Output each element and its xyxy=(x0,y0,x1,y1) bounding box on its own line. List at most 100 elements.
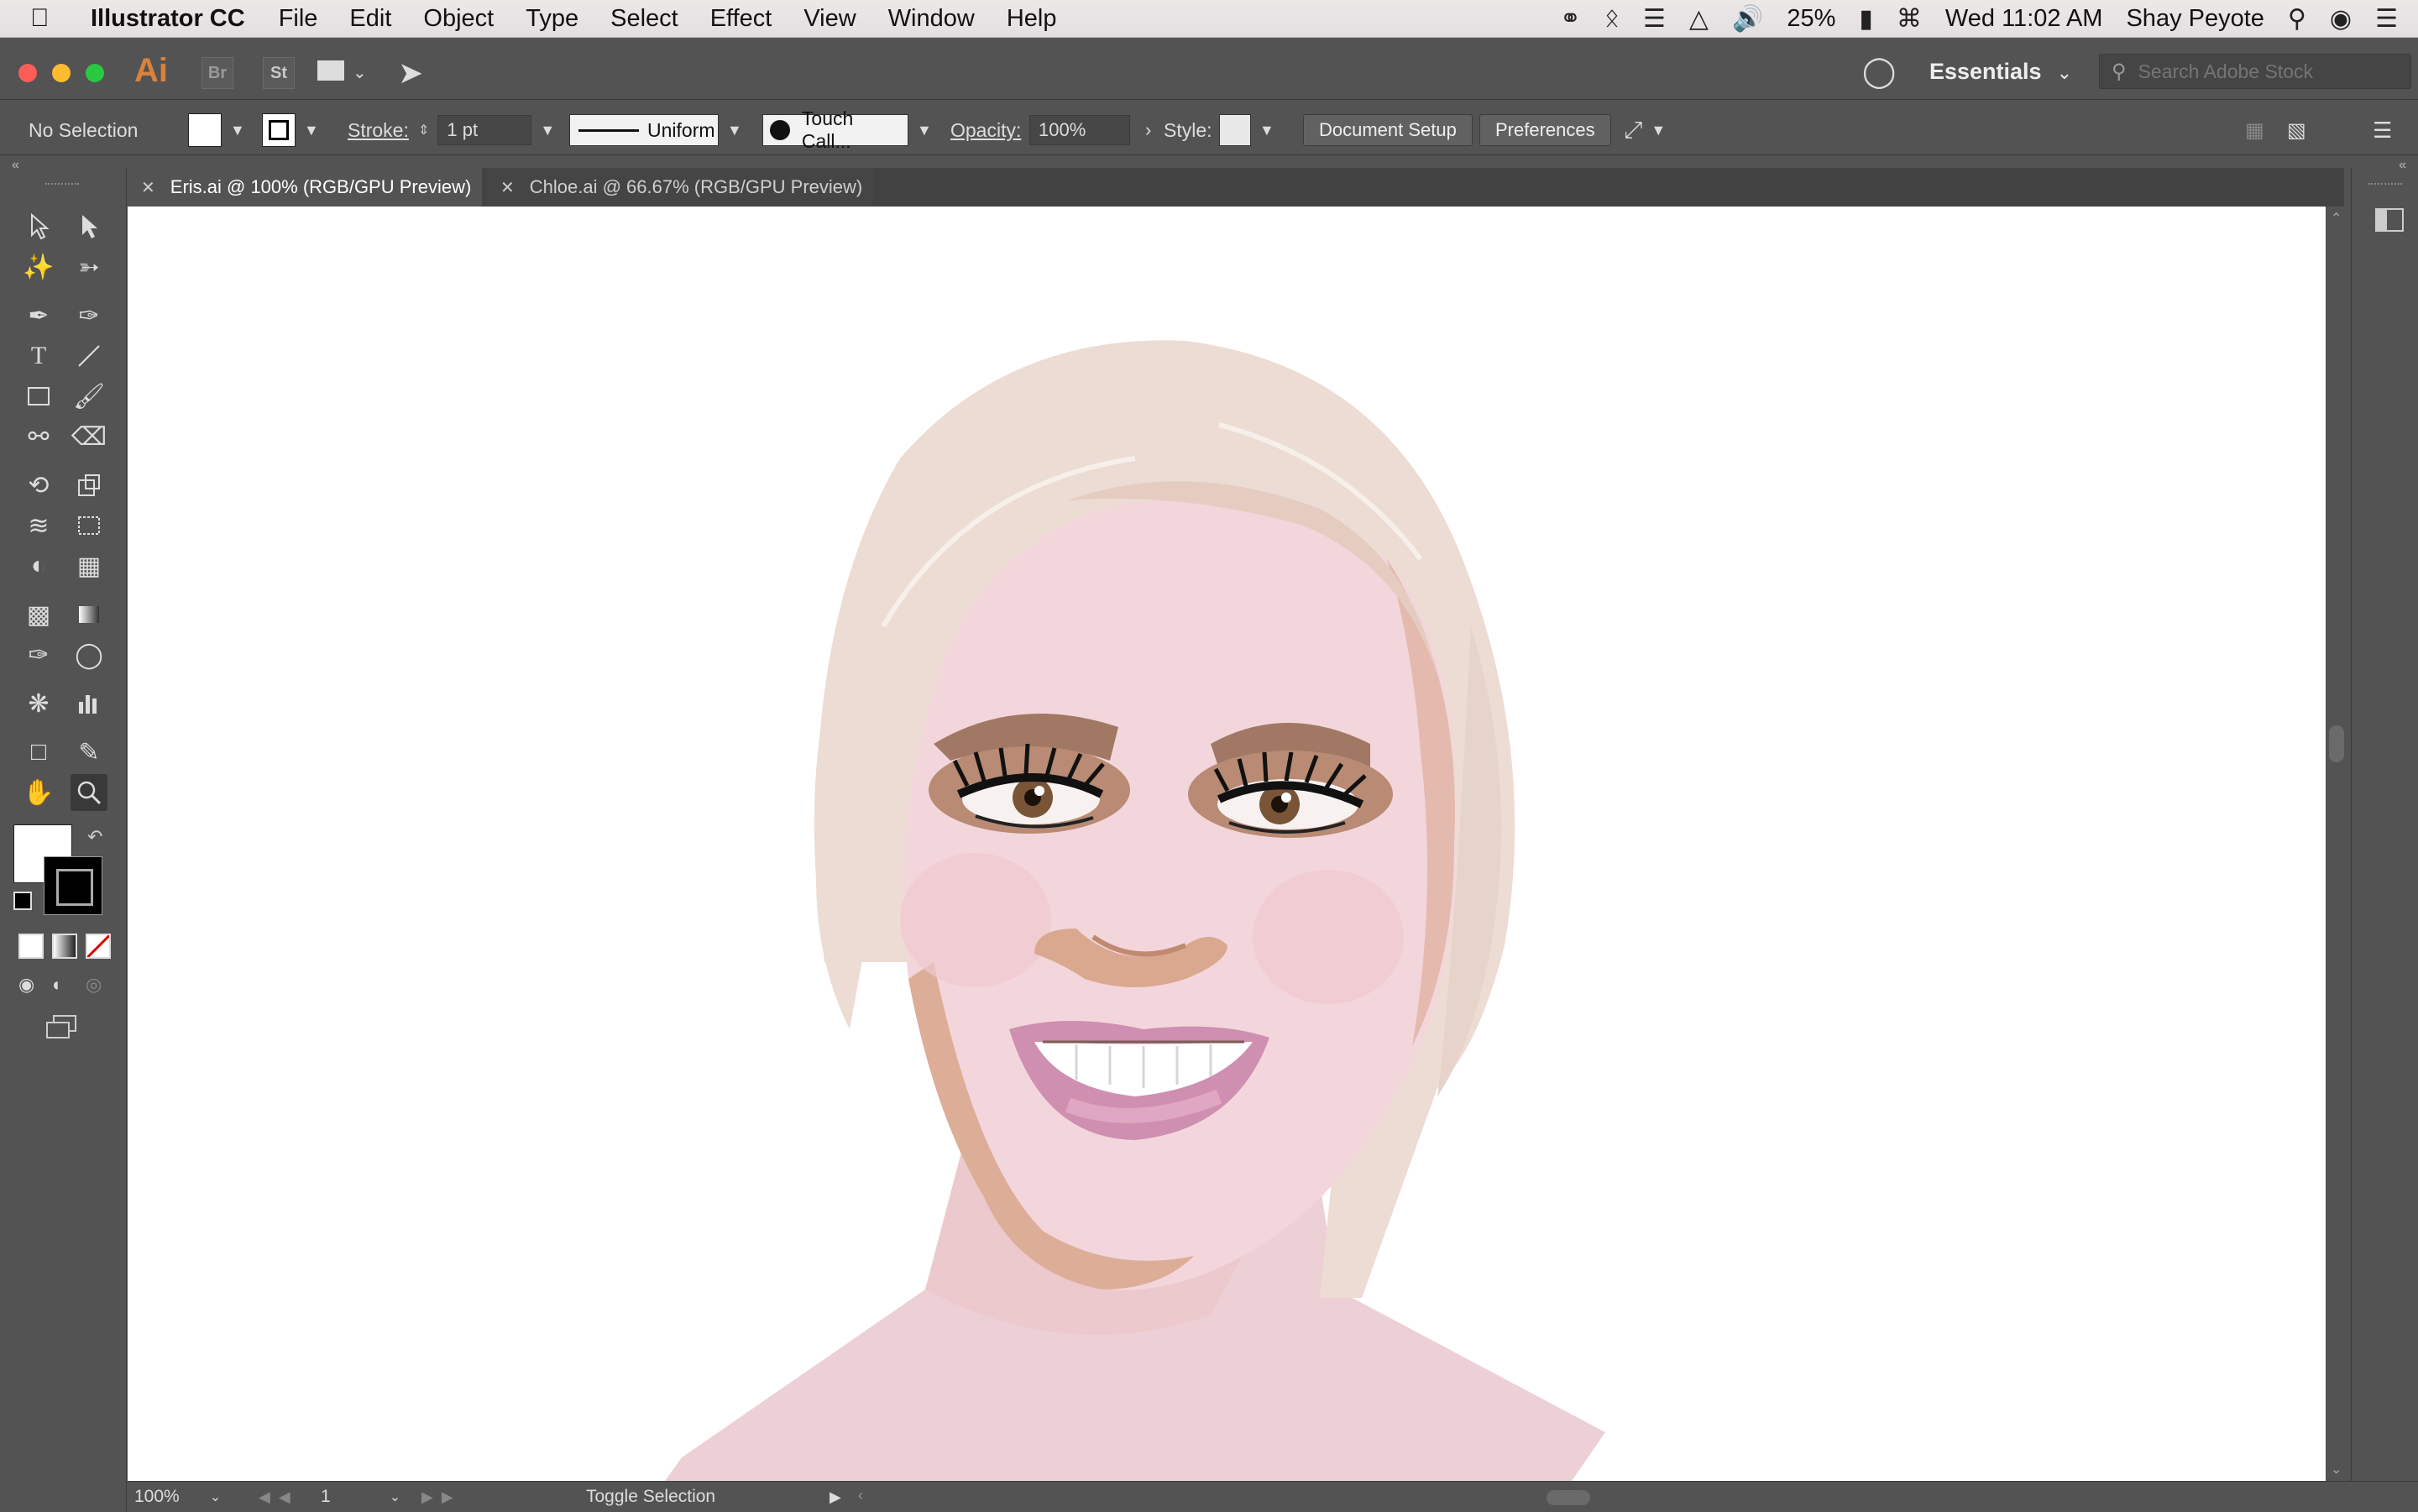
menu-view[interactable]: View xyxy=(803,5,856,33)
line-segment-tool-icon[interactable] xyxy=(71,337,107,374)
close-icon[interactable]: ✕ xyxy=(500,177,515,198)
slice-tool-icon[interactable]: ✎ xyxy=(71,734,107,771)
menu-object[interactable]: Object xyxy=(423,5,494,33)
chevron-down-icon[interactable]: ▼ xyxy=(727,122,742,139)
stock-search-box[interactable]: ⚲ xyxy=(2099,54,2411,89)
transform-icon[interactable]: ⤢ xyxy=(1624,117,1642,144)
status-text[interactable]: Toggle Selection xyxy=(586,1482,715,1512)
graphic-style-control[interactable]: ▼ xyxy=(1219,106,1274,154)
chevron-down-icon[interactable]: ▼ xyxy=(917,122,932,139)
chevron-down-icon[interactable]: ▼ xyxy=(1259,122,1274,139)
pen-tool-icon[interactable]: ✒ xyxy=(20,297,57,334)
wifi-icon[interactable]: ☰ xyxy=(1643,4,1666,34)
chevron-down-icon[interactable]: ▼ xyxy=(1651,122,1666,139)
brush-definition[interactable]: Touch Call... ▼ xyxy=(762,106,932,154)
menu-select[interactable]: Select xyxy=(610,5,678,33)
window-minimize-button[interactable] xyxy=(52,64,71,82)
spotlight-search-icon[interactable]: ⚲ xyxy=(2288,4,2306,34)
menu-edit[interactable]: Edit xyxy=(349,5,391,33)
bluetooth-icon[interactable]: ᛟ xyxy=(1604,4,1620,33)
artboard-next-last-icons[interactable]: ▶▶ xyxy=(421,1482,462,1512)
opacity-label[interactable]: Opacity: xyxy=(950,106,1021,154)
draw-inside-icon[interactable]: ◎ xyxy=(86,974,102,996)
menu-effect[interactable]: Effect xyxy=(710,5,772,33)
tab-chloe[interactable]: ✕ Chloe.ai @ 66.67% (RGB/GPU Preview) xyxy=(487,168,873,207)
eyedropper-tool-icon[interactable]: ✑ xyxy=(20,636,57,673)
mesh-tool-icon[interactable]: ▩ xyxy=(20,596,57,633)
panel-grip[interactable] xyxy=(45,183,79,190)
window-zoom-button[interactable] xyxy=(86,64,104,82)
stroke-color-control[interactable]: ▼ xyxy=(262,106,319,154)
artboard-first-prev-icons[interactable]: ◀◀ xyxy=(259,1482,299,1512)
scroll-down-icon[interactable]: ⌄ xyxy=(2331,1461,2342,1478)
free-transform-tool-icon[interactable] xyxy=(71,507,107,544)
app-menu[interactable]: Illustrator CC xyxy=(91,5,245,33)
volume-icon[interactable]: 🔊 xyxy=(1732,4,1763,34)
close-icon[interactable]: ✕ xyxy=(141,177,155,198)
preferences-button[interactable]: Preferences xyxy=(1479,114,1611,146)
direct-selection-tool-icon[interactable] xyxy=(71,208,107,245)
opacity-control[interactable]: 100% › xyxy=(1029,106,1151,154)
battery-icon[interactable]: ▮ xyxy=(1859,4,1873,34)
siri-icon[interactable]: ◉ xyxy=(2330,4,2352,34)
rotate-tool-icon[interactable]: ⟲ xyxy=(20,467,57,504)
chevron-down-icon[interactable]: ▼ xyxy=(304,122,319,139)
width-profile-field[interactable]: Uniform xyxy=(569,114,719,146)
stroke-swatch[interactable] xyxy=(262,113,296,147)
transform-options-control[interactable]: ⤢ ▼ xyxy=(1624,106,1666,154)
color-mode-button[interactable] xyxy=(18,934,44,959)
document-setup-button[interactable]: Document Setup xyxy=(1303,114,1473,146)
magic-wand-tool-icon[interactable]: ✨ xyxy=(20,249,57,285)
stroke-weight-control[interactable]: ⇕ 1 pt ▼ xyxy=(418,106,555,154)
properties-panel-icon[interactable] xyxy=(2375,208,2404,232)
menu-help[interactable]: Help xyxy=(1007,5,1057,33)
align-options-icon[interactable]: ▧ xyxy=(2287,106,2306,154)
user-name[interactable]: Shay Peyote xyxy=(2126,5,2264,33)
selection-tool-icon[interactable] xyxy=(20,208,57,245)
menu-type[interactable]: Type xyxy=(526,5,578,33)
artboard-number-control[interactable]: 1 ⌄ xyxy=(321,1482,405,1512)
draw-normal-icon[interactable]: ◉ xyxy=(18,974,34,996)
notification-center-icon[interactable]: ☰ xyxy=(2375,4,2398,34)
gradient-mode-button[interactable] xyxy=(52,934,77,959)
creative-cloud-icon[interactable]: ⚭ xyxy=(1560,4,1581,34)
swap-fill-stroke-icon[interactable]: ↶ xyxy=(87,826,102,848)
graphic-style-swatch[interactable] xyxy=(1219,114,1251,146)
control-panel-menu-icon[interactable]: ☰ xyxy=(2373,106,2392,154)
column-graph-tool-icon[interactable] xyxy=(71,685,107,722)
scroll-left-icon[interactable]: ‹ xyxy=(858,1487,863,1504)
vertical-scrollbar[interactable]: ⌃ ⌄ xyxy=(2326,207,2347,1481)
bridge-button[interactable]: Br xyxy=(202,57,233,89)
gradient-tool-icon[interactable] xyxy=(71,596,107,633)
type-tool-icon[interactable]: T xyxy=(20,337,57,374)
variable-width-profile[interactable]: Uniform ▼ xyxy=(569,106,742,154)
zoom-tool-icon[interactable] xyxy=(71,774,107,811)
stock-button[interactable]: St xyxy=(263,57,295,89)
arrange-documents-button[interactable]: ⌄ xyxy=(317,59,371,86)
fill-control[interactable]: ▼ xyxy=(188,106,245,154)
panel-grip[interactable] xyxy=(2368,183,2402,185)
scroll-up-icon[interactable]: ⌃ xyxy=(2331,210,2342,227)
chevron-down-icon[interactable]: ▼ xyxy=(230,122,245,139)
apple-menu-icon[interactable]:  xyxy=(30,4,64,33)
gpu-performance-icon[interactable]: ➤ xyxy=(398,55,423,91)
align-grid-icon[interactable]: ▦ xyxy=(2245,106,2264,154)
none-mode-button[interactable] xyxy=(86,934,111,959)
width-tool-icon[interactable]: ≋ xyxy=(20,507,57,544)
eraser-tool-icon[interactable]: ⌫ xyxy=(71,418,107,455)
rectangle-tool-icon[interactable] xyxy=(20,378,57,415)
brush-field[interactable]: Touch Call... xyxy=(762,107,908,152)
tab-eris[interactable]: ✕ Eris.ai @ 100% (RGB/GPU Preview) xyxy=(128,168,482,207)
stock-search-input[interactable] xyxy=(2136,59,2392,84)
hand-tool-icon[interactable]: ✋ xyxy=(20,774,57,811)
symbol-sprayer-tool-icon[interactable]: ❋ xyxy=(20,685,57,722)
chevron-down-icon[interactable]: ⌄ xyxy=(210,1488,221,1505)
airplay-icon[interactable]: △ xyxy=(1689,4,1709,34)
horizontal-scrollbar[interactable]: ‹ › xyxy=(858,1482,2418,1512)
stroke-label[interactable]: Stroke: xyxy=(348,106,409,154)
chevron-right-icon[interactable]: › xyxy=(1145,119,1151,141)
workspace-switcher[interactable]: Essentials ⌄ xyxy=(1929,59,2072,85)
chevron-down-icon[interactable]: ⌄ xyxy=(390,1488,400,1505)
blend-tool-icon[interactable]: ◯ xyxy=(71,636,107,673)
curvature-tool-icon[interactable]: ✑ xyxy=(71,297,107,334)
